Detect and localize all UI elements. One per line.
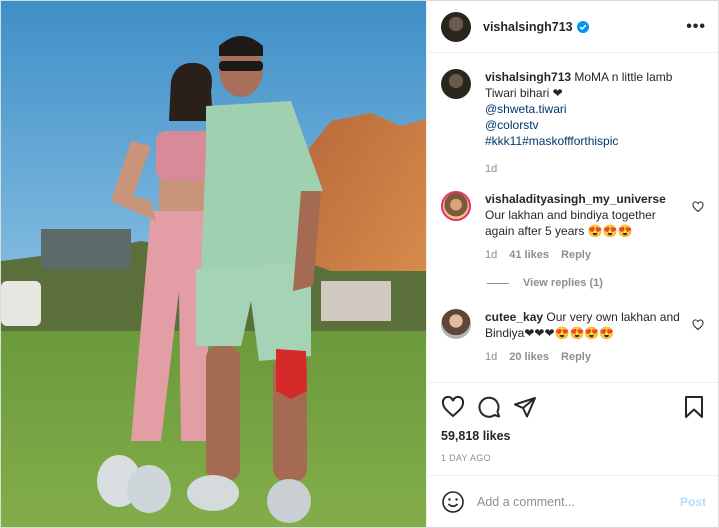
like-heart-icon[interactable] [441,395,465,419]
instagram-post: vishalsingh713 ••• vishalsingh713 MoMA n… [0,0,719,528]
comment-time[interactable]: 1d [485,351,497,363]
comment-item: vishaladityasingh_my_universe Our lakhan… [441,191,704,261]
replies-divider [487,282,509,284]
caption-avatar[interactable] [441,69,471,99]
caption-time[interactable]: 1d [485,163,497,175]
post-sidebar: vishalsingh713 ••• vishalsingh713 MoMA n… [426,1,718,527]
caption-username[interactable]: vishalsingh713 [485,70,571,84]
view-replies-button[interactable]: View replies (1) [487,277,704,289]
commenter-avatar[interactable] [441,309,471,339]
post-actions: 59,818 likes 1 DAY AGO [427,382,718,463]
post-header: vishalsingh713 ••• [427,1,718,53]
comment-time[interactable]: 1d [485,249,497,261]
likes-count[interactable]: 59,818 likes [441,429,706,443]
caption: vishalsingh713 MoMA n little lamb Tiwari… [441,69,704,175]
comment-icon[interactable] [477,395,501,419]
add-comment-bar: Post [427,475,718,527]
verified-badge-icon [576,20,589,33]
post-photo[interactable] [1,1,426,527]
commenter-avatar[interactable] [441,191,471,221]
comment-username[interactable]: vishaladityasingh_my_universe [485,192,666,206]
caption-hashtags[interactable]: #kkk11#maskoffforthispic [485,133,682,149]
mention-shweta[interactable]: @shweta.tiwari [485,101,682,117]
reply-button[interactable]: Reply [561,249,591,261]
author-username[interactable]: vishalsingh713 [483,20,573,34]
like-comment-heart-icon[interactable] [692,201,704,213]
comment-input[interactable] [477,494,680,509]
comment-item: cutee_kay Our very own lakhan and Bindiy… [441,309,704,363]
emoji-icon[interactable] [441,490,465,514]
comment-username[interactable]: cutee_kay [485,310,543,324]
comment-likes[interactable]: 41 likes [509,249,549,261]
comment-text: Our lakhan and bindiya together again af… [485,208,656,238]
save-bookmark-icon[interactable] [682,395,706,419]
post-timestamp[interactable]: 1 DAY AGO [441,453,706,463]
comment-likes[interactable]: 20 likes [509,351,549,363]
like-comment-heart-icon[interactable] [692,319,704,331]
post-comment-button[interactable]: Post [680,495,706,509]
comments-section: vishalsingh713 MoMA n little lamb Tiwari… [427,53,718,382]
share-icon[interactable] [513,395,537,419]
post-image [1,1,426,527]
view-replies-label: View replies (1) [523,277,603,289]
author-avatar[interactable] [441,11,471,42]
reply-button[interactable]: Reply [561,351,591,363]
more-options-button[interactable]: ••• [686,18,706,36]
mention-colorstv[interactable]: @colorstv [485,117,682,133]
